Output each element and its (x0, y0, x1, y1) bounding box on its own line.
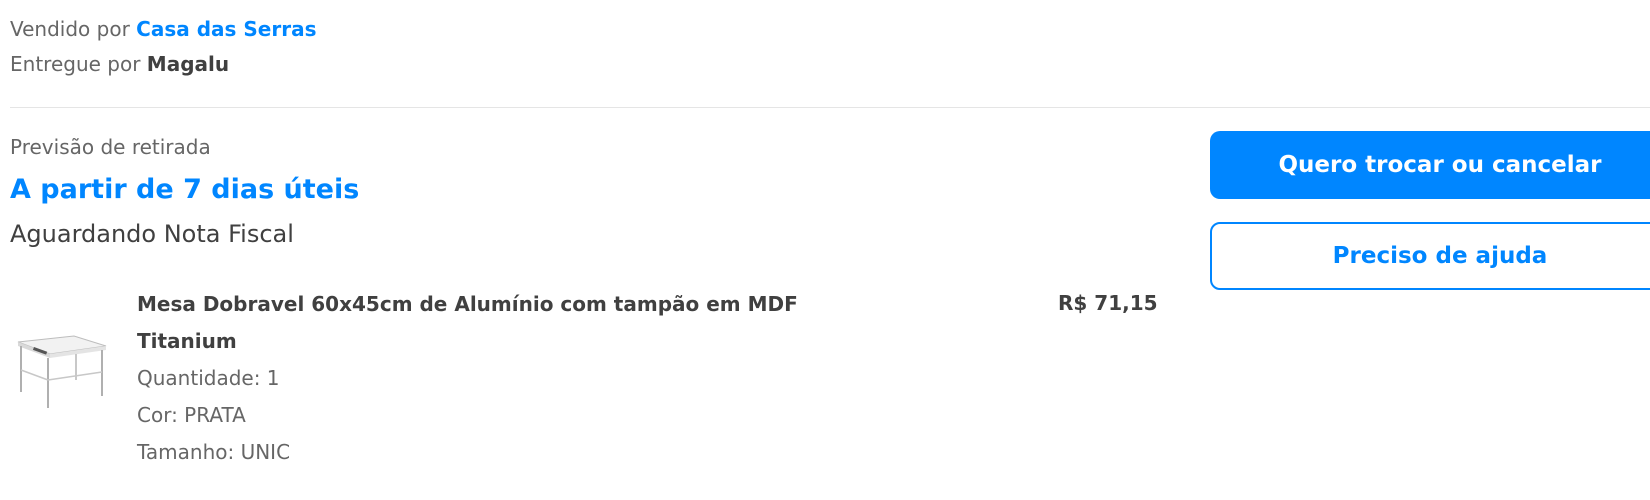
delivered-by-label: Entregue por (10, 52, 141, 76)
pickup-forecast-value: A partir de 7 dias úteis (10, 174, 360, 205)
sold-by-label: Vendido por (10, 17, 130, 41)
sold-by-line: Vendido por Casa das Serras (10, 17, 316, 41)
order-status: Aguardando Nota Fiscal (10, 220, 294, 248)
product-price: R$ 71,15 (1058, 291, 1158, 315)
carrier-name: Magalu (146, 52, 230, 76)
product-quantity: Quantidade: 1 (137, 366, 280, 390)
order-item-card: Vendido por Casa das Serras Entregue por… (0, 0, 1650, 500)
section-divider (10, 107, 1650, 108)
product-image[interactable] (14, 330, 110, 416)
pickup-forecast-label: Previsão de retirada (10, 135, 211, 159)
exchange-or-cancel-button[interactable]: Quero trocar ou cancelar (1210, 131, 1650, 199)
product-color: Cor: PRATA (137, 403, 246, 427)
delivered-by-line: Entregue por Magalu (10, 52, 229, 76)
seller-link[interactable]: Casa das Serras (136, 17, 316, 41)
need-help-button[interactable]: Preciso de ajuda (1210, 222, 1650, 290)
product-size: Tamanho: UNIC (137, 440, 291, 464)
product-name[interactable]: Mesa Dobravel 60x45cm de Alumínio com ta… (137, 286, 837, 360)
